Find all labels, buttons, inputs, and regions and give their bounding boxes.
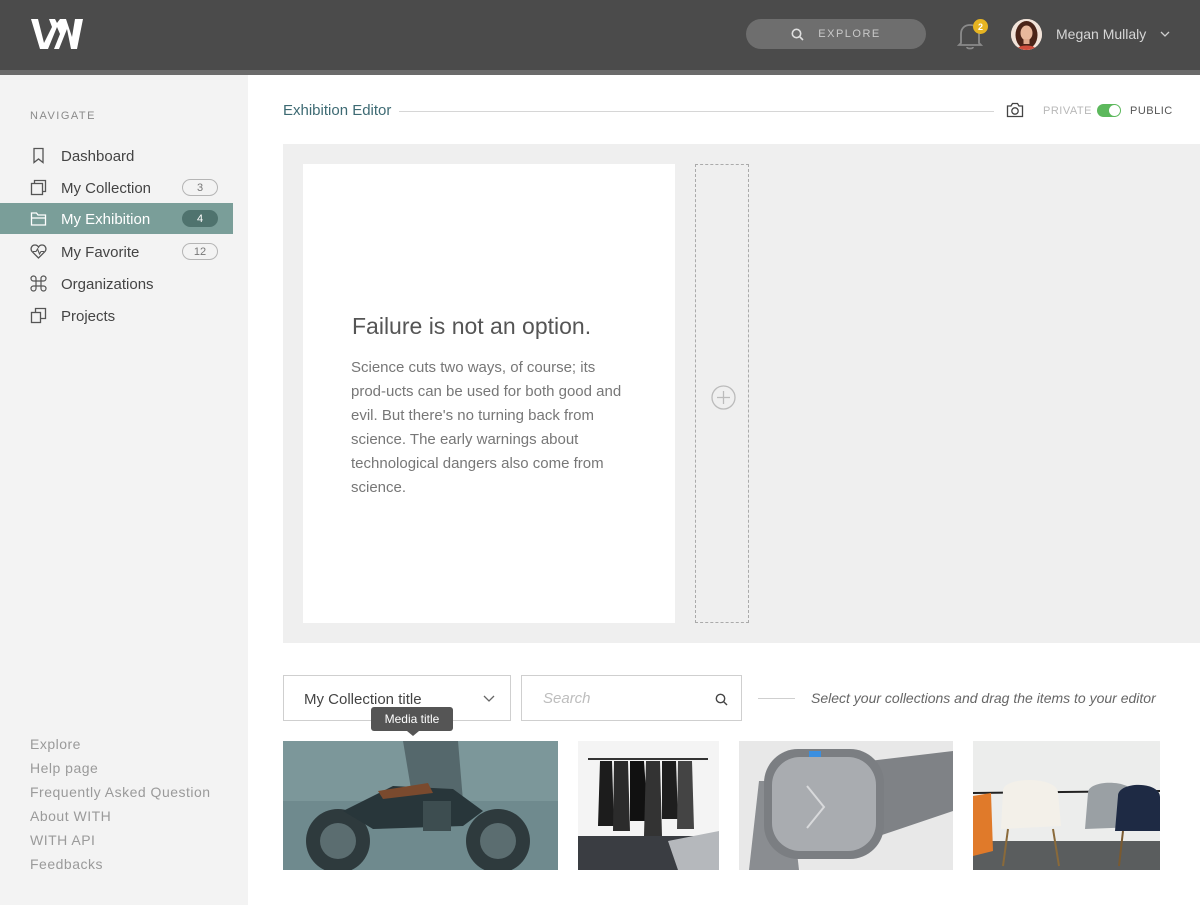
bookmark-icon [33,147,44,164]
tooltip-arrow [407,731,419,736]
hint-divider [758,698,795,699]
footer-link-about[interactable]: About WITH [30,808,111,824]
media-title-tooltip: Media title [371,707,453,731]
search-box [521,675,742,721]
with-logo[interactable] [30,17,84,51]
footer-link-help[interactable]: Help page [30,760,98,776]
sidebar-item-projects[interactable]: Projects [0,300,233,331]
page-title: Exhibition Editor [283,102,392,119]
count-badge: 3 [182,179,218,196]
user-name[interactable]: Megan Mullaly [1056,26,1146,42]
explore-label: EXPLORE [818,28,881,40]
folder-icon [30,212,47,226]
search-icon [791,28,804,41]
toggle-knob [1109,105,1120,116]
notification-badge: 2 [973,19,988,34]
visibility-toggle[interactable] [1097,104,1121,117]
projects-icon [30,307,47,324]
sidebar-item-label: Dashboard [61,148,135,165]
sidebar-item-dashboard[interactable]: Dashboard [0,140,233,171]
card-body: Science cuts two ways, of course; its pr… [351,359,622,496]
explore-button[interactable]: EXPLORE [746,19,926,49]
public-label: PUBLIC [1130,105,1173,117]
media-item-watch[interactable] [739,741,953,870]
camera-icon[interactable] [1006,102,1024,118]
add-circle-icon[interactable] [711,385,736,410]
collection-select-value: My Collection title [304,691,422,708]
avatar[interactable] [1011,19,1042,50]
sidebar-item-label: Organizations [61,276,154,293]
sidebar-item-organizations[interactable]: Organizations [0,268,233,299]
chevron-down-icon[interactable] [1159,30,1171,38]
private-label: PRIVATE [1043,105,1092,117]
media-item-motorcycle[interactable] [283,741,558,870]
media-item-clothes-rack[interactable] [578,741,719,870]
count-badge: 12 [182,243,218,260]
card-title: Failure is not an option. [352,313,592,339]
search-input[interactable] [522,676,712,720]
footer-link-explore[interactable]: Explore [30,736,81,752]
sidebar: NAVIGATE Dashboard My Collection 3 My Ex… [0,75,248,905]
chevron-down-icon [483,695,495,702]
command-icon [30,275,47,292]
footer-link-feedbacks[interactable]: Feedbacks [30,856,103,872]
sidebar-item-label: Projects [61,308,116,325]
sidebar-item-label: My Collection [61,180,152,197]
sidebar-item-my-exhibition[interactable]: My Exhibition 4 [0,203,233,234]
footer-link-api[interactable]: WITH API [30,832,95,848]
collection-icon [30,179,47,196]
nav-heading: NAVIGATE [30,110,96,122]
footer-link-faq[interactable]: Frequently Asked Question [30,784,211,800]
count-badge: 4 [182,210,218,227]
title-divider [399,111,994,112]
sidebar-item-my-collection[interactable]: My Collection 3 [0,172,233,203]
drag-hint: Select your collections and drag the ite… [811,690,1156,706]
search-icon[interactable] [715,693,728,706]
heart-icon [30,244,47,259]
sidebar-item-label: My Favorite [61,244,140,261]
sidebar-item-label: My Exhibition [61,211,151,228]
sidebar-item-my-favorite[interactable]: My Favorite 12 [0,236,233,267]
media-item-chairs[interactable] [973,741,1160,870]
